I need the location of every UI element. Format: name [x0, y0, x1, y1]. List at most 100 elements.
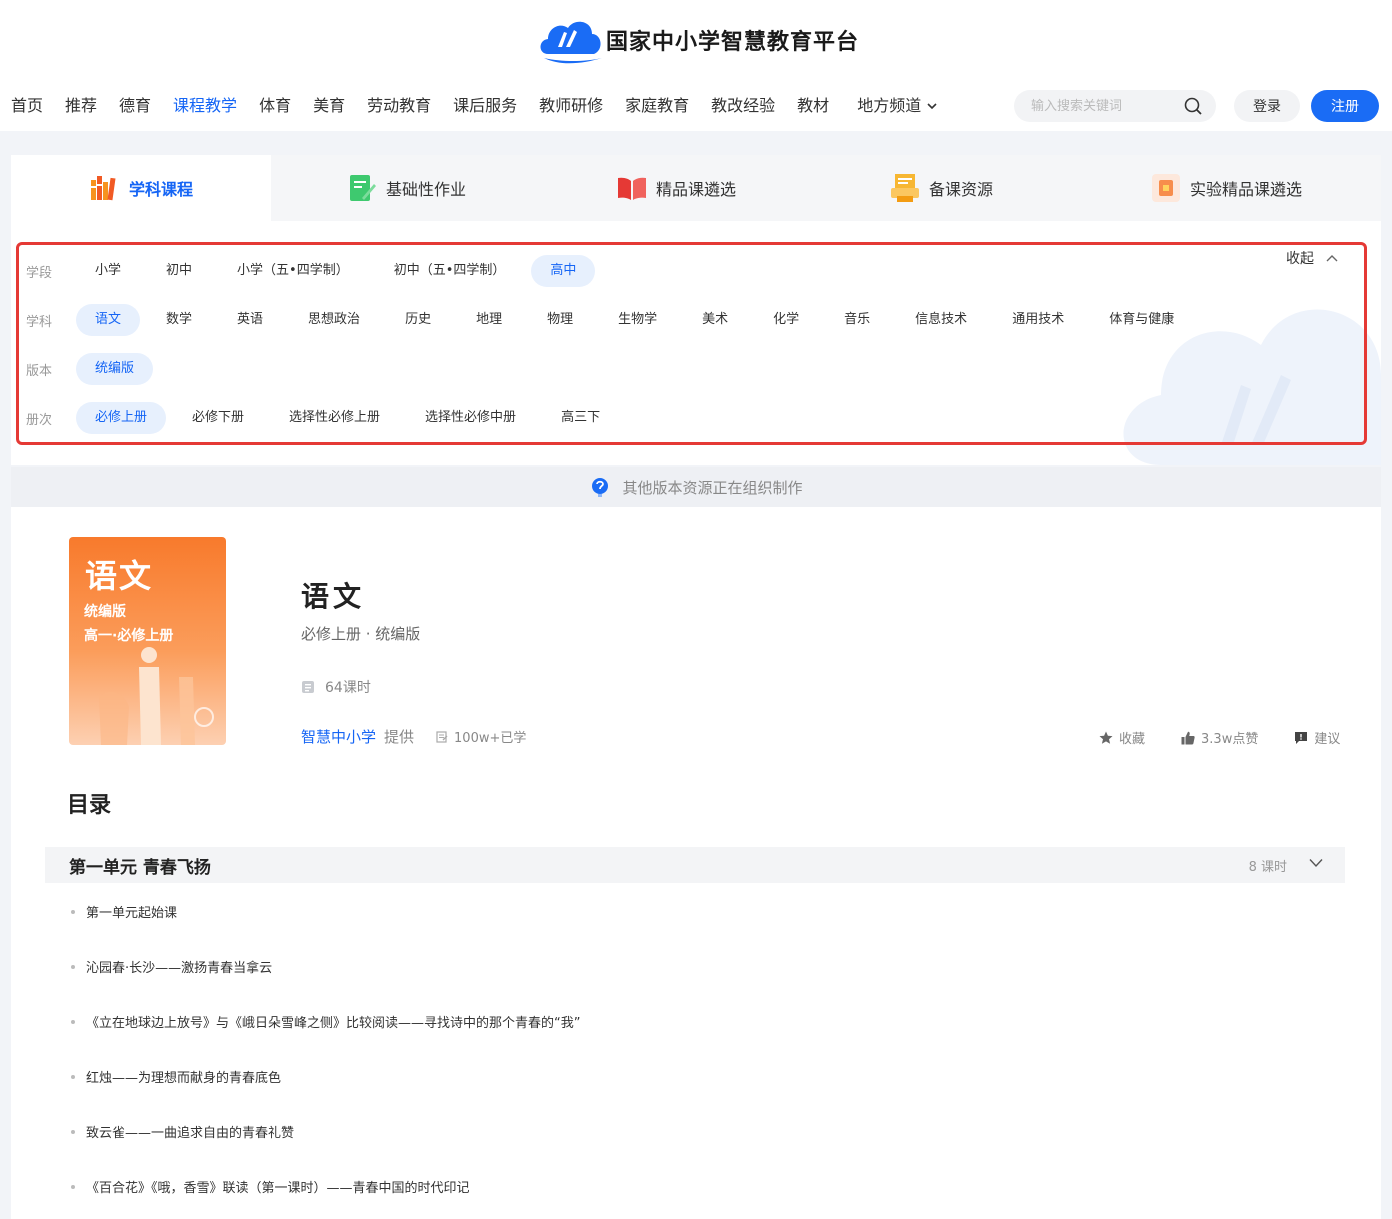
chip-subject-geography[interactable]: 地理 [457, 304, 521, 336]
nav-item-textbooks[interactable]: 教材 [786, 88, 840, 124]
tab-label: 备课资源 [928, 180, 993, 199]
lesson-item[interactable]: 红烛——为理想而献身的青春底色 [71, 1067, 580, 1122]
bullet-icon [71, 1020, 75, 1024]
chip-stage-primary-54[interactable]: 小学（五•四学制） [218, 255, 368, 287]
chip-subject-art[interactable]: 美术 [683, 304, 747, 336]
search-box [1014, 90, 1216, 122]
lesson-item[interactable]: 《百合花》《哦，香雪》联读（第一课时）——青春中国的时代印记 [71, 1177, 580, 1219]
tab-basic-homework[interactable]: 基础性作业 [271, 155, 541, 221]
chip-stage-junior-54[interactable]: 初中（五•四学制） [375, 255, 525, 287]
tab-quality-lessons[interactable]: 精品课遴选 [541, 155, 811, 221]
tab-label: 实验精品课遴选 [1189, 180, 1302, 199]
tab-label: 学科课程 [128, 180, 193, 199]
register-button[interactable]: 注册 [1311, 90, 1379, 122]
bullet-icon [71, 1075, 75, 1079]
chip-subject-pe-health[interactable]: 体育与健康 [1090, 304, 1193, 336]
nav-item-local-channel[interactable]: 地方频道 [840, 88, 948, 124]
nav-item-course-teaching[interactable]: 课程教学 [162, 88, 248, 124]
chip-volume-compulsory-1[interactable]: 必修上册 [76, 402, 167, 434]
lesson-title: 致云雀——一曲追求自由的青春礼赞 [86, 1126, 295, 1141]
chip-stage-primary[interactable]: 小学 [76, 255, 140, 287]
collapse-label: 收起 [1286, 251, 1314, 267]
chip-subject-physics[interactable]: 物理 [528, 304, 592, 336]
provider-suffix: 提供 [384, 728, 415, 746]
nav-item-arts[interactable]: 美育 [302, 88, 356, 124]
nav-item-after-school[interactable]: 课后服务 [442, 88, 528, 124]
nav-item-sports[interactable]: 体育 [248, 88, 302, 124]
unit-header[interactable]: 第一单元 青春飞扬 8 课时 [45, 847, 1345, 883]
suggest-button[interactable]: 建议 [1294, 728, 1340, 747]
chip-subject-chemistry[interactable]: 化学 [754, 304, 818, 336]
chip-volume-compulsory-2[interactable]: 必修下册 [173, 402, 263, 434]
bullet-icon [71, 910, 75, 914]
info-bulb-icon [592, 478, 609, 497]
chip-subject-biology[interactable]: 生物学 [599, 304, 676, 336]
lesson-title: 《立在地球边上放号》与《峨日朵雪峰之侧》比较阅读——寻找诗中的那个青春的“我” [86, 1016, 581, 1031]
chip-volume-elective-1[interactable]: 选择性必修上册 [270, 402, 399, 434]
chip-stage-junior[interactable]: 初中 [147, 255, 211, 287]
chip-subject-chinese[interactable]: 语文 [76, 304, 141, 336]
nav-item-recommend[interactable]: 推荐 [54, 88, 108, 124]
lesson-item[interactable]: 致云雀——一曲追求自由的青春礼赞 [71, 1122, 580, 1177]
lesson-title: 红烛——为理想而献身的青春底色 [86, 1071, 282, 1086]
category-tabs: 学科课程 基础性作业 精品课遴选 备课资源 实验精品课遴选 [11, 155, 1381, 221]
filter-row-edition: 版本 统编版 [24, 353, 160, 385]
course-subtitle: 必修上册 · 统编版 [301, 625, 421, 643]
learned-icon [436, 730, 448, 743]
nav-item-labor[interactable]: 劳动教育 [356, 88, 442, 124]
learned-count: 100w+已学 [436, 727, 526, 746]
site-header: 国家中小学智慧教育平台 首页 推荐 德育 课程教学 体育 美育 劳动教育 课后服… [0, 0, 1392, 131]
open-book-icon [617, 177, 646, 200]
nav-item-home[interactable]: 首页 [0, 88, 54, 124]
chip-subject-general-tech[interactable]: 通用技术 [993, 304, 1083, 336]
lesson-title: 《百合花》《哦，香雪》联读（第一课时）——青春中国的时代印记 [86, 1181, 470, 1196]
login-button[interactable]: 登录 [1234, 90, 1300, 122]
provider-link[interactable]: 智慧中小学 [301, 726, 376, 747]
bullet-icon [71, 965, 75, 969]
chip-subject-it[interactable]: 信息技术 [896, 304, 986, 336]
lesson-title: 第一单元起始课 [86, 906, 178, 921]
cover-subject: 语文 [85, 557, 154, 595]
feedback-icon [1295, 731, 1308, 744]
main-nav: 首页 推荐 德育 课程教学 体育 美育 劳动教育 课后服务 教师研修 家庭教育 … [0, 88, 948, 124]
chip-subject-music[interactable]: 音乐 [825, 304, 889, 336]
star-icon [1099, 731, 1113, 744]
nav-item-teacher-training[interactable]: 教师研修 [528, 88, 614, 124]
likes-label: 3.3w点赞 [1201, 732, 1259, 747]
chip-edition-unified[interactable]: 统编版 [76, 353, 154, 385]
like-button[interactable]: 3.3w点赞 [1181, 728, 1258, 747]
course-title: 语文 [301, 580, 366, 613]
lesson-item[interactable]: 沁园春·长沙——激扬青春当拿云 [71, 957, 580, 1012]
tab-subject-courses[interactable]: 学科课程 [11, 155, 271, 221]
nav-item-moral[interactable]: 德育 [108, 88, 162, 124]
chip-stage-senior[interactable]: 高中 [531, 255, 596, 287]
tab-lab-quality-lessons[interactable]: 实验精品课遴选 [1071, 155, 1381, 221]
notice-text: 其他版本资源正在组织制作 [622, 478, 803, 497]
printer-icon [890, 174, 919, 202]
chip-volume-senior3-2[interactable]: 高三下 [542, 402, 619, 434]
lesson-item[interactable]: 第一单元起始课 [71, 902, 580, 957]
chevron-up-icon [1326, 255, 1338, 262]
lesson-item[interactable]: 《立在地球边上放号》与《峨日朵雪峰之侧》比较阅读——寻找诗中的那个青春的“我” [71, 1012, 580, 1067]
search-input[interactable] [1014, 90, 1164, 122]
tab-lesson-prep[interactable]: 备课资源 [811, 155, 1071, 221]
homework-icon [349, 175, 376, 201]
lab-icon [1151, 174, 1180, 202]
nav-item-family[interactable]: 家庭教育 [614, 88, 700, 124]
cover-edition: 统编版 [84, 604, 126, 620]
favorite-button[interactable]: 收藏 [1099, 728, 1145, 747]
search-icon[interactable] [1184, 97, 1202, 115]
chip-volume-elective-2[interactable]: 选择性必修中册 [406, 402, 535, 434]
course-cover[interactable]: 语文 统编版 高一·必修上册 [69, 537, 226, 745]
collapse-toggle[interactable]: 收起 [1286, 248, 1338, 268]
chip-subject-history[interactable]: 历史 [386, 304, 450, 336]
filter-label-stage: 学段 [26, 265, 53, 281]
course-detail: 语文 统编版 高一·必修上册 语文 必修上册 · 统编版 64课时 智慧中小学 … [11, 507, 1381, 1219]
chip-subject-math[interactable]: 数学 [147, 304, 211, 336]
notice-bar: 其他版本资源正在组织制作 [11, 467, 1381, 507]
site-logo[interactable]: 国家中小学智慧教育平台 [536, 14, 859, 66]
chip-subject-english[interactable]: 英语 [218, 304, 282, 336]
nav-item-reform[interactable]: 教改经验 [700, 88, 786, 124]
chip-subject-politics[interactable]: 思想政治 [289, 304, 379, 336]
unit-name: 第一单元 青春飞扬 [69, 857, 211, 878]
